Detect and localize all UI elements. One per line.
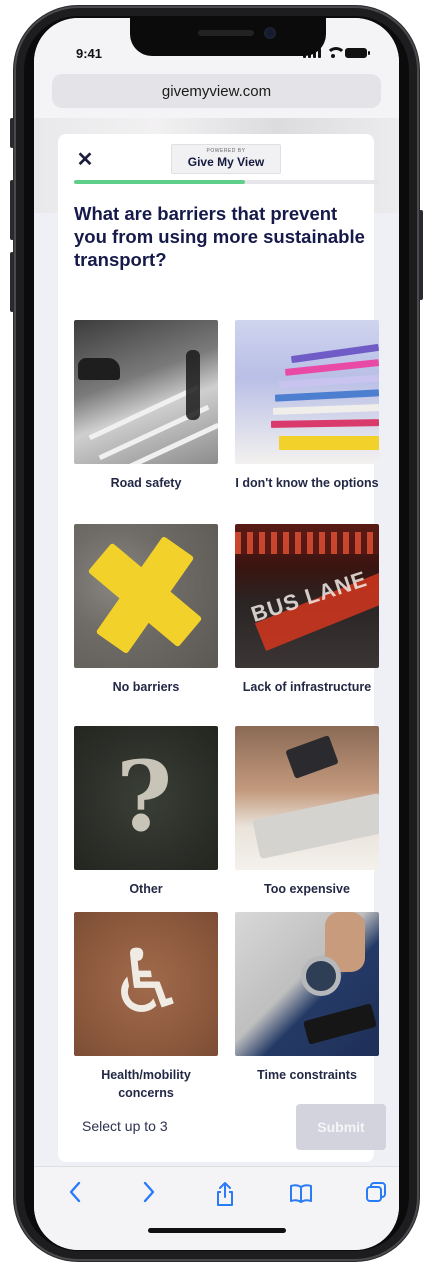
share-icon[interactable]	[210, 1181, 240, 1211]
option-time-constraints[interactable]: Time constraints	[235, 912, 379, 1084]
option-road-safety[interactable]: Road safety	[74, 320, 218, 492]
survey-card: ✕ POWERED BY Give My View What are barri…	[58, 134, 386, 1162]
camera	[264, 27, 276, 39]
url-text: givemyview.com	[161, 82, 272, 100]
bus-lane-photo: BUS LANE	[235, 524, 379, 668]
option-label: I don't know the options	[235, 476, 379, 490]
close-icon[interactable]: ✕	[74, 149, 96, 171]
option-dont-know-options[interactable]: I don't know the options	[235, 320, 379, 492]
address-bar-area: givemyview.com	[34, 66, 399, 118]
wifi-icon	[326, 47, 346, 58]
notch	[130, 18, 326, 56]
option-lack-of-infrastructure[interactable]: BUS LANE Lack of infrastructure	[235, 524, 379, 696]
phone-screen: 9:41 givemyview.com ✕ POWERED BY Give My…	[34, 18, 399, 1250]
status-time: 9:41	[76, 46, 103, 61]
option-other[interactable]: ? Other	[74, 726, 218, 898]
option-label: Road safety	[110, 476, 182, 490]
tabs-icon[interactable]	[361, 1181, 391, 1211]
speaker	[198, 30, 254, 36]
volume-up-button	[10, 180, 14, 240]
option-label: Time constraints	[257, 1068, 357, 1082]
stacked-papers-photo	[235, 320, 379, 464]
chevron-right-icon[interactable]	[134, 1181, 164, 1211]
option-label: Health/mobility concerns	[101, 1068, 191, 1100]
option-health-mobility[interactable]: ♿ Health/mobility concerns	[74, 912, 218, 1102]
option-label: Other	[129, 882, 163, 896]
question-heading: What are barriers that prevent you from …	[74, 203, 365, 270]
home-indicator	[148, 1228, 286, 1233]
option-label: No barriers	[112, 680, 180, 694]
yellow-cross-photo	[74, 524, 218, 668]
option-label: Lack of infrastructure	[242, 680, 372, 694]
give-my-view-logo: POWERED BY Give My View	[171, 144, 281, 174]
submit-button[interactable]: Submit	[296, 1104, 386, 1150]
logo-powered-by: POWERED BY	[206, 148, 246, 154]
safari-toolbar	[34, 1166, 399, 1250]
wheelchair-symbol-photo: ♿	[74, 912, 218, 1056]
road-crossing-photo	[74, 320, 218, 464]
power-button	[419, 210, 423, 300]
chevron-left-icon[interactable]	[60, 1181, 90, 1211]
progress-fill	[74, 180, 245, 184]
address-bar[interactable]: givemyview.com	[52, 74, 381, 108]
silent-switch	[10, 118, 14, 148]
book-icon[interactable]	[286, 1181, 316, 1211]
wristwatch-photo	[235, 912, 379, 1056]
battery-icon	[345, 48, 370, 58]
option-label: Too expensive	[264, 882, 350, 896]
option-too-expensive[interactable]: Too expensive	[235, 726, 379, 898]
logo-brand: Give My View	[187, 155, 265, 169]
credit-card-laptop-photo	[235, 726, 379, 870]
select-hint: Select up to 3	[82, 1118, 168, 1134]
option-no-barriers[interactable]: No barriers	[74, 524, 218, 696]
progress-bar	[74, 180, 379, 184]
survey-footer: Select up to 3 Submit	[58, 1102, 386, 1154]
question-mark-photo: ?	[74, 726, 218, 870]
volume-down-button	[10, 252, 14, 312]
